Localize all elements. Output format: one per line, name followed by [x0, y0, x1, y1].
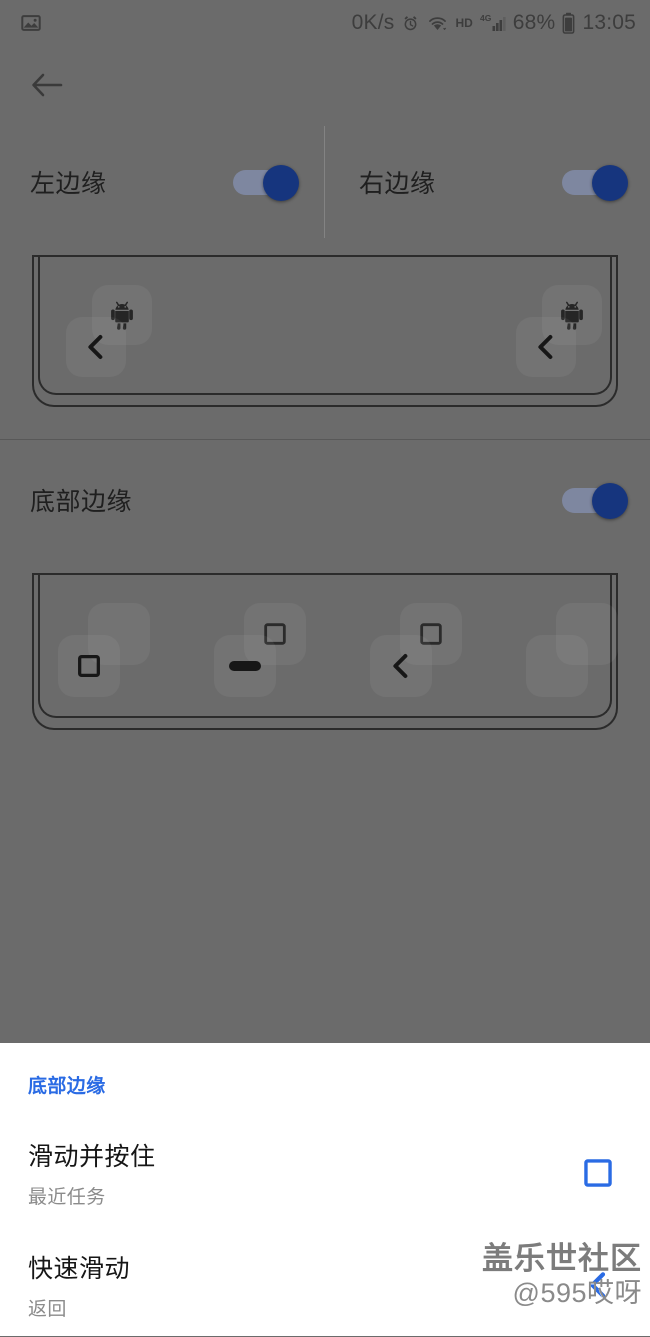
left-edge-setting[interactable]: 左边缘 [0, 126, 323, 238]
bottom-edge-label: 底部边缘 [30, 488, 133, 516]
bottom-edge-preview [32, 573, 618, 730]
status-bar-left [0, 12, 352, 34]
status-bar: 0K/s HD 4G 68% 13:05 [0, 0, 650, 46]
vertical-divider [324, 126, 325, 238]
back-arrow-icon [30, 70, 64, 100]
switch-thumb [592, 483, 628, 519]
back-button[interactable] [24, 62, 70, 108]
bottom-slot-4-gesture-tile [526, 635, 588, 697]
side-edge-toggles: 左边缘 右边缘 [0, 126, 650, 238]
status-bar-right: 0K/s HD 4G 68% 13:05 [352, 11, 650, 35]
sheet-item-quick-swipe[interactable]: 快速滑动 返回 [0, 1233, 650, 1337]
sheet-item-texts: 滑动并按住 最近任务 [28, 1137, 570, 1209]
cellular-signal-icon: 4G [480, 13, 506, 33]
back-chevron-icon [385, 650, 417, 682]
sheet-item-title: 滑动并按住 [28, 1143, 156, 1171]
recents-square-icon[interactable] [570, 1145, 626, 1201]
sheet-item-subtitle: 最近任务 [28, 1187, 106, 1208]
clock-label: 13:05 [582, 11, 636, 34]
bottom-sheet: 底部边缘 滑动并按住 最近任务 快速滑动 返回 [0, 1043, 650, 1336]
alarm-clock-icon [401, 14, 420, 33]
top-app-bar [0, 46, 650, 122]
left-edge-switch[interactable] [233, 165, 299, 201]
bottom-edge-switch[interactable] [562, 483, 628, 519]
back-chevron-icon [80, 331, 112, 363]
wifi-icon [427, 14, 448, 33]
network-speed-label: 0K/s [351, 11, 395, 34]
right-edge-label: 右边缘 [359, 170, 436, 198]
recents-square-icon [74, 651, 104, 681]
sheet-item-texts: 快速滑动 返回 [28, 1249, 570, 1321]
right-edge-setting[interactable]: 右边缘 [323, 126, 650, 238]
battery-percent-label: 68% [512, 11, 556, 34]
home-pill-icon [228, 653, 262, 679]
hd-label: HD [455, 16, 473, 30]
sheet-item-subtitle: 返回 [28, 1299, 67, 1320]
bottom-edge-setting[interactable]: 底部边缘 [0, 455, 650, 545]
left-edge-label: 左边缘 [30, 170, 107, 198]
phone-screen: 0K/s HD 4G 68% 13:05 左边缘 右边缘 底部边缘 底部边缘 滑… [0, 0, 650, 1336]
image-notification-icon [20, 12, 42, 34]
switch-thumb [592, 165, 628, 201]
back-chevron-icon[interactable] [570, 1257, 626, 1313]
section-divider [0, 439, 650, 440]
sheet-item-swipe-and-hold[interactable]: 滑动并按住 最近任务 [0, 1121, 650, 1225]
back-chevron-icon [530, 331, 562, 363]
switch-thumb [263, 165, 299, 201]
svg-text:4G: 4G [480, 13, 492, 23]
sheet-item-title: 快速滑动 [28, 1255, 131, 1283]
sheet-title: 底部边缘 [28, 1076, 106, 1097]
battery-icon [562, 12, 575, 34]
right-edge-switch[interactable] [562, 165, 628, 201]
side-edge-preview [32, 255, 618, 407]
